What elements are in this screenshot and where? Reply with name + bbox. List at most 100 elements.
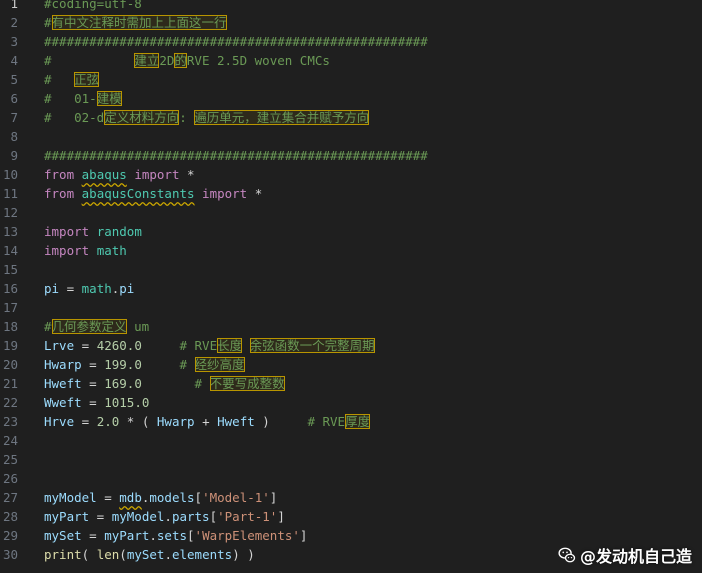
highlighted-token: 有中文注释时需加上上面这一行 <box>51 15 227 30</box>
highlighted-token: 的 <box>174 53 187 68</box>
code-token: ( <box>81 547 97 562</box>
code-token: 4260.0 <box>96 338 142 353</box>
code-token: # <box>141 376 210 391</box>
wechat-logo-icon <box>558 547 576 563</box>
code-token: RVE 2.5D woven CMCs <box>186 53 330 68</box>
line-number: 7 <box>10 110 18 125</box>
code-line[interactable]: 11 from abaqusConstants import * <box>0 184 702 203</box>
code-line[interactable]: 3 #######################################… <box>0 32 702 51</box>
code-token: mySet <box>44 528 82 543</box>
code-token: Hwarp <box>44 357 82 372</box>
line-number: 14 <box>2 243 18 258</box>
line-number: 11 <box>2 186 18 201</box>
code-token: import <box>44 243 97 258</box>
code-line[interactable]: 4 # 建立2D的RVE 2.5D woven CMCs <box>0 51 702 70</box>
code-text: # 正弦 <box>44 70 100 89</box>
line-number: 19 <box>2 338 18 353</box>
highlighted-token: 经纱高度 <box>194 357 245 372</box>
code-token: # RVE <box>141 338 218 353</box>
code-text: #几何参数定义 um <box>44 317 149 336</box>
code-token: [ <box>194 490 203 505</box>
line-number: 9 <box>10 148 18 163</box>
code-token: Hwarp <box>156 414 195 429</box>
highlighted-token: 长度 <box>217 338 243 353</box>
code-text: #有中文注释时需加上上面这一行 <box>44 13 227 32</box>
code-line[interactable]: 27 myModel = mdb.models['Model-1'] <box>0 488 702 507</box>
code-text: # 02-d定义材料方向: 遍历单元，建立集合并赋予方向 <box>44 108 370 127</box>
code-line[interactable]: 19 Lrve = 4260.0 # RVE长度 余弦函数一个完整周期 <box>0 336 702 355</box>
code-line[interactable]: 28 myPart = myModel.parts['Part-1'] <box>0 507 702 526</box>
code-token: 'Part-1' <box>217 509 278 524</box>
highlighted-token: 建模 <box>96 91 122 106</box>
code-token: # <box>44 72 75 87</box>
code-token: * <box>187 167 195 182</box>
code-token: [ <box>187 528 195 543</box>
code-line[interactable]: 25 <box>0 450 702 469</box>
code-line[interactable]: 2 #有中文注释时需加上上面这一行 <box>0 13 702 32</box>
code-text: Hrve = 2.0 * ( Hwarp + Hweft ) # RVE厚度 <box>44 412 371 431</box>
code-token: [ <box>209 509 218 524</box>
code-line[interactable]: 24 <box>0 431 702 450</box>
code-token: ) <box>254 414 270 429</box>
code-text: Hwarp = 199.0 # 经纱高度 <box>44 355 245 374</box>
code-text: ########################################… <box>44 32 428 51</box>
line-number: 12 <box>2 205 18 220</box>
line-number: 2 <box>10 15 18 30</box>
code-token: = <box>81 528 105 543</box>
code-line[interactable]: 8 <box>0 127 702 146</box>
code-line[interactable]: 5 # 正弦 <box>0 70 702 89</box>
code-line[interactable]: 6 # 01-建模 <box>0 89 702 108</box>
code-line[interactable]: 23 Hrve = 2.0 * ( Hwarp + Hweft ) # RVE厚度 <box>0 412 702 431</box>
code-line[interactable]: 20 Hwarp = 199.0 # 经纱高度 <box>0 355 702 374</box>
code-line[interactable]: 26 <box>0 469 702 488</box>
code-token: 1015.0 <box>104 395 150 410</box>
code-token: . <box>164 509 172 524</box>
code-text: Hweft = 169.0 # 不要写成整数 <box>44 374 285 393</box>
code-token: 2.0 <box>96 414 120 429</box>
code-text: from abaqusConstants import * <box>44 184 262 203</box>
highlighted-token: 厚度 <box>345 414 371 429</box>
code-line[interactable]: 13 import random <box>0 222 702 241</box>
code-line[interactable]: 1 #coding=utf-8 <box>0 0 702 13</box>
code-token: 'WarpElements' <box>194 528 300 543</box>
code-editor[interactable]: 1 #coding=utf-8 2 #有中文注释时需加上上面这一行 3 #########… <box>0 0 702 573</box>
highlighted-token: 定义材料方向 <box>104 110 180 125</box>
code-line[interactable]: 7 # 02-d定义材料方向: 遍历单元，建立集合并赋予方向 <box>0 108 702 127</box>
code-token: myPart <box>104 528 150 543</box>
code-line[interactable]: 10 from abaqus import * <box>0 165 702 184</box>
line-number: 3 <box>10 34 18 49</box>
code-token: = <box>81 376 105 391</box>
code-token: math <box>96 243 127 258</box>
code-token: Hrve <box>44 414 75 429</box>
line-number: 13 <box>2 224 18 239</box>
code-line[interactable]: 14 import math <box>0 241 702 260</box>
line-number: 15 <box>2 262 18 277</box>
code-line[interactable]: 16 pi = math.pi <box>0 279 702 298</box>
code-line[interactable]: 21 Hweft = 169.0 # 不要写成整数 <box>0 374 702 393</box>
code-token: + <box>194 414 218 429</box>
code-line[interactable]: 18 #几何参数定义 um <box>0 317 702 336</box>
code-line[interactable]: 12 <box>0 203 702 222</box>
code-text: ########################################… <box>44 146 428 165</box>
code-token: pi <box>119 281 135 296</box>
line-number: 21 <box>2 376 18 391</box>
line-number: 25 <box>2 452 18 467</box>
code-line[interactable]: 17 <box>0 298 702 317</box>
code-lines[interactable]: 1 #coding=utf-8 2 #有中文注释时需加上上面这一行 3 #########… <box>0 0 702 564</box>
line-number: 29 <box>2 528 18 543</box>
code-token: sets <box>156 528 188 543</box>
code-token: pi <box>44 281 60 296</box>
code-token: ] <box>277 509 285 524</box>
code-token: ########################################… <box>44 148 428 163</box>
code-line[interactable]: 22 Wweft = 1015.0 <box>0 393 702 412</box>
code-token: = <box>74 414 97 429</box>
code-token: parts <box>171 509 210 524</box>
code-line[interactable]: 9 #######################################… <box>0 146 702 165</box>
code-token: from <box>44 186 82 201</box>
code-line[interactable]: 15 <box>0 260 702 279</box>
code-token: Hweft <box>217 414 255 429</box>
code-token: ( <box>119 547 127 562</box>
highlighted-token: 建立 <box>134 53 160 68</box>
code-token: 199.0 <box>104 357 142 372</box>
code-token: = <box>81 395 105 410</box>
